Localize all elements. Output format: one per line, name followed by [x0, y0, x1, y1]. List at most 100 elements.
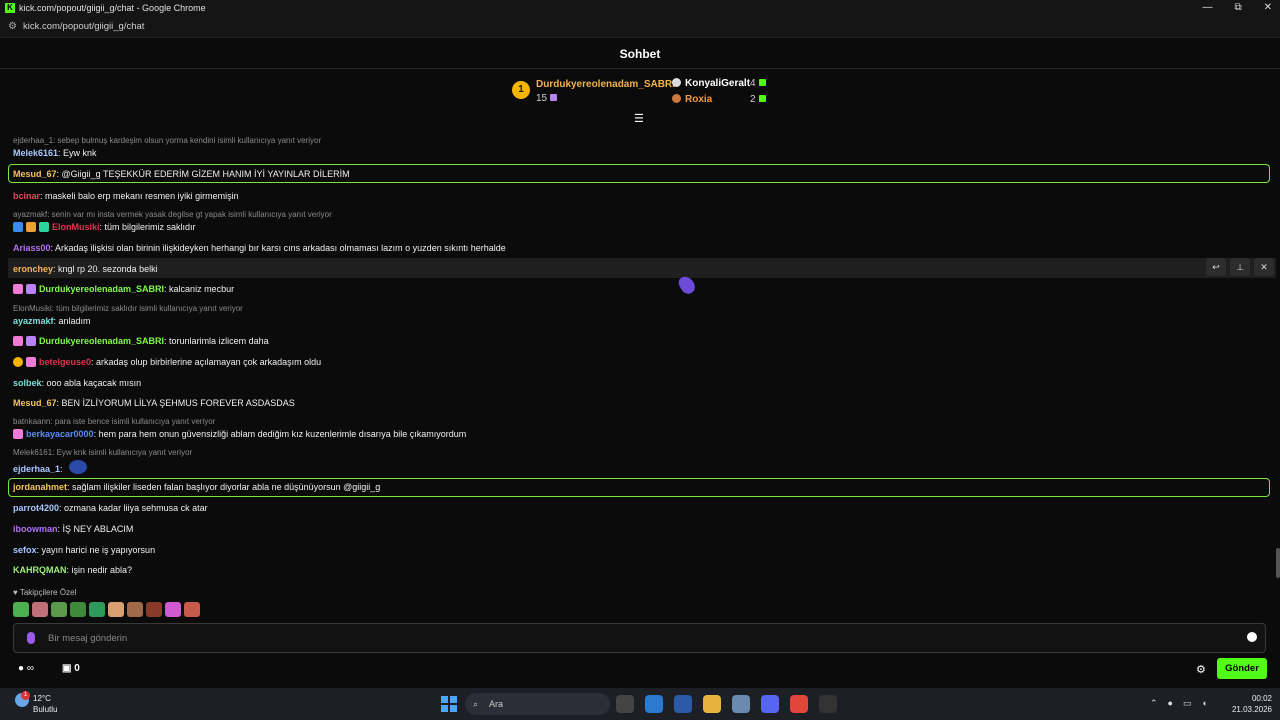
chrome-icon[interactable] — [790, 695, 808, 713]
chat-text: : ooo abla kaçacak mısın — [41, 378, 142, 388]
leader-second-name[interactable]: KonyaliGeralt — [672, 78, 750, 89]
chat-username[interactable]: Mesud_67 — [13, 398, 57, 408]
file-explorer-icon[interactable] — [703, 695, 721, 713]
leader-first-name[interactable]: Durdukyereolenadam_SABRI — [536, 79, 675, 90]
emote-icon[interactable] — [165, 602, 181, 617]
rank2-icon — [672, 78, 681, 87]
chat-scrollbar[interactable] — [1276, 548, 1280, 578]
gift-badge-icon — [26, 284, 36, 294]
chat-username[interactable]: Durdukyereolenadam_SABRI — [39, 336, 164, 346]
chat-input[interactable]: Bir mesaj gönderin — [13, 623, 1266, 653]
app-icon[interactable] — [819, 695, 837, 713]
emote-icon[interactable] — [127, 602, 143, 617]
emote-icon[interactable] — [32, 602, 48, 617]
taskbar-apps — [616, 695, 837, 713]
chat-message: bcinar: maskeli balo erp mekanı resmen i… — [13, 191, 239, 201]
chat-username[interactable]: bcinar — [13, 191, 40, 201]
taskbar-search[interactable]: ⌕ Ara — [465, 693, 610, 715]
leader-second-count: 4 — [750, 78, 766, 89]
butterfly-badge-icon — [26, 357, 36, 367]
emoji-icon[interactable] — [1247, 632, 1257, 642]
weather-desc: Bulutlu — [33, 705, 58, 714]
mic-icon[interactable] — [27, 632, 35, 644]
chat-text: : sağlam ilişkiler liseden falan başlıyo… — [67, 482, 381, 492]
chat-username[interactable]: parrot4200 — [13, 503, 59, 513]
chat-text: : yayın harici ne iş yapıyorsun — [36, 545, 156, 555]
leader-third-name[interactable]: Roxia — [672, 94, 712, 105]
butterfly-badge-icon — [13, 284, 23, 294]
message-actions: ↩ ⊥ ✕ — [1206, 258, 1274, 276]
chat-username[interactable]: ejderhaa_1 — [13, 464, 60, 474]
badge-icon — [13, 222, 23, 232]
emote-icon[interactable] — [70, 602, 86, 617]
chevron-up-icon[interactable]: ⌃ — [1150, 698, 1158, 709]
emote-icon[interactable] — [13, 602, 29, 617]
send-button[interactable]: Gönder — [1217, 658, 1267, 679]
chat-username[interactable]: jordanahmet — [13, 482, 67, 492]
chat-username[interactable]: sefox — [13, 545, 37, 555]
store-icon[interactable] — [674, 695, 692, 713]
gift-badge-icon — [26, 336, 36, 346]
chat-message: berkayacar0000: hem para hem onun güvens… — [13, 429, 466, 439]
chat-username[interactable]: KAHRQMAN — [13, 565, 67, 575]
clock[interactable]: 00:02 21.03.2026 — [1232, 693, 1272, 715]
network-icon[interactable]: ▭ — [1183, 698, 1192, 709]
mic-tray-icon[interactable]: ● — [1168, 698, 1173, 709]
chat-text: : kngl rp 20. sezonda belki — [53, 264, 158, 274]
rank-medal-icon: 1 — [512, 81, 530, 99]
weather-widget[interactable]: 12°C Bulutlu — [33, 693, 57, 715]
gift-count[interactable]: ▣ 0 — [62, 663, 80, 674]
settings-gear-icon[interactable]: ⚙ — [1196, 663, 1206, 676]
chat-username[interactable]: ElonMusiki — [52, 222, 100, 232]
site-info-icon[interactable]: ⚙ — [8, 21, 17, 32]
chat-message: parrot4200: ozmana kadar liiya sehmusa c… — [13, 503, 208, 513]
discord-icon[interactable] — [761, 695, 779, 713]
gift-icon — [758, 79, 766, 86]
emote-icon[interactable] — [51, 602, 67, 617]
emote-icon[interactable] — [184, 602, 200, 617]
chat-message: betelgeuse0: arkadaş olup birbirlerine a… — [13, 357, 321, 367]
followers-only-label: ♥ Takipçilere Özel — [13, 588, 77, 597]
windows-start-icon[interactable] — [441, 696, 457, 712]
clock-time: 00:02 — [1251, 694, 1272, 703]
chat-username[interactable]: ayazmakf — [13, 316, 54, 326]
address-bar[interactable]: ⚙ kick.com/popout/giigii_g/chat — [0, 16, 1280, 38]
volume-icon[interactable]: ◖ — [1202, 698, 1207, 709]
rank-badge-icon — [13, 357, 23, 367]
chat-username[interactable]: Melek6161 — [13, 148, 58, 158]
minimize-button[interactable]: — — [1202, 0, 1212, 16]
emote-icon[interactable] — [146, 602, 162, 617]
points-icon[interactable]: ● ∞ — [18, 663, 34, 674]
chat-message: sefox: yayın harici ne iş yapıyorsun — [13, 545, 155, 555]
chat-text: : kalcaniz mecbur — [164, 284, 235, 294]
close-button[interactable]: ✕ — [1264, 0, 1272, 16]
emote-icon[interactable] — [89, 602, 105, 617]
emote-icon[interactable] — [108, 602, 124, 617]
pin-icon[interactable]: ⊥ — [1230, 258, 1250, 276]
chat-username[interactable]: solbek — [13, 378, 42, 388]
chat-message: Melek6161: Eyw knk — [13, 148, 97, 158]
chat-username[interactable]: eronchey — [13, 264, 53, 274]
chat-title: Sohbet — [0, 39, 1280, 69]
settings-app-icon[interactable] — [732, 695, 750, 713]
chat-username[interactable]: Ariass00 — [13, 243, 51, 253]
delete-icon[interactable]: ✕ — [1254, 258, 1274, 276]
reply-context: ElonMusiki: tüm bilgilerimiz saklıdır is… — [13, 304, 243, 313]
chat-username[interactable]: berkayacar0000 — [26, 429, 94, 439]
browser-titlebar: K kick.com/popout/giigii_g/chat - Google… — [0, 0, 1280, 16]
chat-username[interactable]: Durdukyereolenadam_SABRI — [39, 284, 164, 294]
edge-icon[interactable] — [645, 695, 663, 713]
leader-third-count: 2 — [750, 94, 766, 105]
task-view-icon[interactable] — [616, 695, 634, 713]
url-text[interactable]: kick.com/popout/giigii_g/chat — [23, 21, 144, 32]
chat-input-placeholder[interactable]: Bir mesaj gönderin — [48, 633, 127, 644]
chat-text: : torunlarimla izlicem daha — [164, 336, 269, 346]
taskbar: 1 12°C Bulutlu ⌕ Ara ⌃ ● ▭ ◖ 00:02 21.03… — [0, 688, 1280, 720]
gift-icon — [550, 94, 558, 101]
chat-username[interactable]: betelgeuse0 — [39, 357, 91, 367]
chat-username[interactable]: Mesud_67 — [13, 169, 57, 179]
reply-icon[interactable]: ↩ — [1206, 258, 1226, 276]
restore-button[interactable]: ⧉ — [1234, 0, 1241, 16]
chat-username[interactable]: iboowman — [13, 524, 58, 534]
chat-text: : işin nedir abla? — [66, 565, 133, 575]
